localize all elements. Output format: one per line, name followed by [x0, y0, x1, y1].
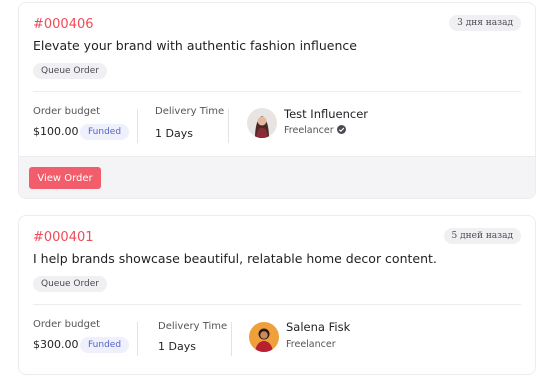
- order-id[interactable]: #000401: [33, 230, 94, 245]
- budget-value: $100.00: [33, 125, 79, 138]
- time-ago-badge: 5 дней назад: [443, 228, 521, 244]
- delivery-time-value: 1 Days: [158, 340, 196, 353]
- order-card: #000406 3 дня назад Elevate your brand w…: [18, 2, 536, 199]
- divider: [228, 109, 229, 143]
- order-type-badge: Queue Order: [33, 63, 108, 79]
- budget-label: Order budget: [33, 106, 101, 117]
- view-order-button[interactable]: View Order: [29, 167, 101, 189]
- divider: [33, 91, 521, 92]
- freelancer-name[interactable]: Test Influencer: [284, 107, 368, 121]
- orders-page: #000406 3 дня назад Elevate your brand w…: [0, 0, 548, 375]
- funded-badge: Funded: [80, 124, 130, 140]
- order-id[interactable]: #000406: [33, 17, 94, 32]
- card-footer: View Order: [19, 156, 535, 198]
- order-title[interactable]: Elevate your brand with authentic fashio…: [33, 38, 357, 53]
- freelancer-role-label: Freelancer: [284, 125, 334, 136]
- divider: [137, 109, 138, 143]
- budget-label: Order budget: [33, 319, 101, 330]
- avatar[interactable]: [249, 322, 279, 352]
- avatar[interactable]: [247, 108, 277, 138]
- freelancer-role: Freelancer: [284, 125, 346, 136]
- divider: [137, 322, 138, 356]
- delivery-time-label: Delivery Time: [155, 106, 225, 117]
- freelancer-name[interactable]: Salena Fisk: [286, 320, 350, 334]
- freelancer-role: Freelancer: [286, 339, 336, 350]
- delivery-time-label: Delivery Time: [158, 321, 228, 332]
- time-ago-badge: 3 дня назад: [449, 15, 521, 31]
- divider: [231, 322, 232, 356]
- divider: [33, 304, 521, 305]
- order-title[interactable]: I help brands showcase beautiful, relata…: [33, 251, 437, 266]
- funded-badge: Funded: [80, 337, 130, 353]
- delivery-time-value: 1 Days: [155, 127, 193, 140]
- order-card: #000401 5 дней назад I help brands showc…: [18, 215, 536, 375]
- verified-check-icon: [336, 125, 346, 134]
- budget-value: $300.00: [33, 338, 79, 351]
- order-type-badge: Queue Order: [33, 276, 108, 292]
